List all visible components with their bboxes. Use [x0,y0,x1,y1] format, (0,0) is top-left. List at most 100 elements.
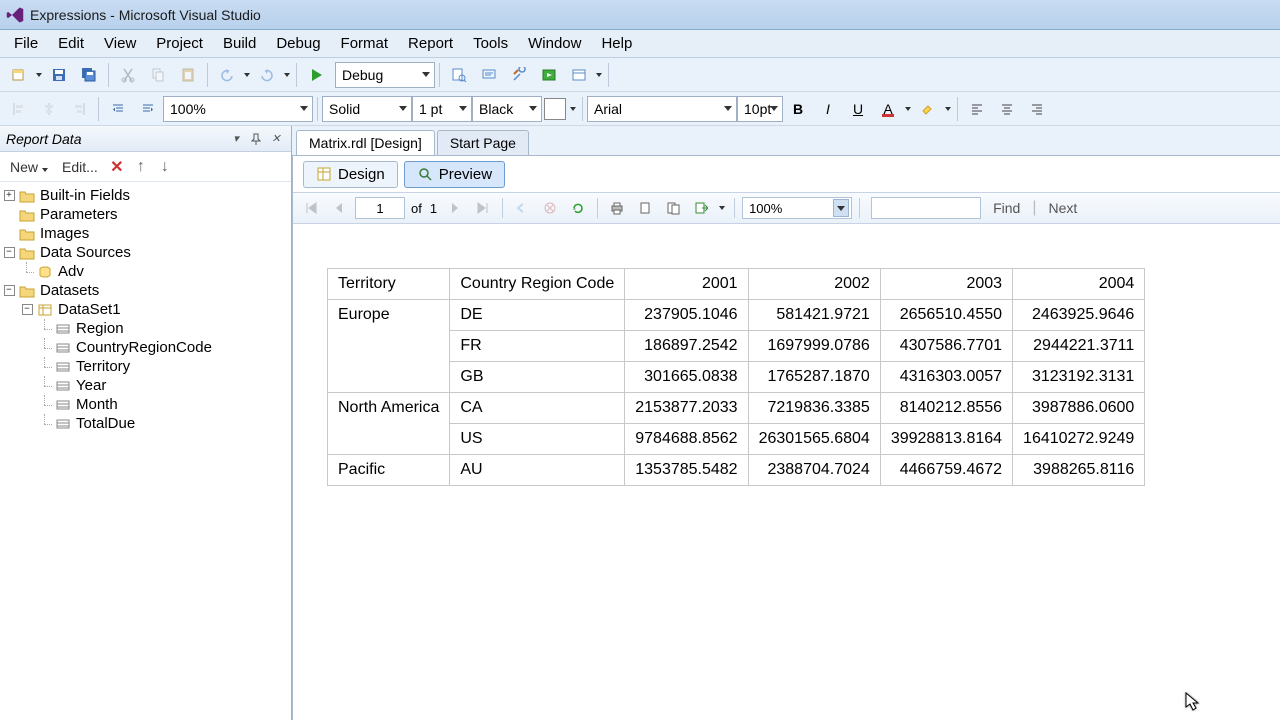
tree-node-datasources[interactable]: − Data Sources [0,243,291,262]
comment-button[interactable] [475,61,503,89]
menu-format[interactable]: Format [331,31,399,56]
align-left-text-button[interactable] [963,95,991,123]
align-left-obj-button[interactable] [5,95,33,123]
run-button[interactable] [535,61,563,89]
tree-field-territory[interactable]: Territory [0,357,291,376]
panel-close-icon[interactable]: ✕ [267,130,285,148]
tree-field-countryregioncode[interactable]: CountryRegionCode [0,338,291,357]
export-icon[interactable] [689,196,713,220]
back-icon[interactable] [510,196,534,220]
collapse-icon[interactable]: − [4,285,15,296]
fill-color-picker[interactable] [544,98,566,120]
line-style-select[interactable]: Solid [322,96,412,122]
redo-button[interactable] [253,61,281,89]
page-number-input[interactable] [355,197,405,219]
undo-button[interactable] [213,61,241,89]
panel-edit-button[interactable]: Edit... [58,157,102,177]
window-layout-dropdown[interactable] [594,73,604,77]
tree-node-images[interactable]: Images [0,224,291,243]
panel-dropdown-icon[interactable]: ▾ [227,130,245,148]
find-input[interactable] [871,197,981,219]
expand-icon[interactable]: + [4,190,15,201]
find-in-files-button[interactable] [445,61,473,89]
menu-file[interactable]: File [4,31,48,56]
outdent-button[interactable] [104,95,132,123]
save-button[interactable] [45,61,73,89]
menu-view[interactable]: View [94,31,146,56]
cell-value: 39928813.8164 [880,424,1012,455]
menu-build[interactable]: Build [213,31,266,56]
paste-button[interactable] [174,61,202,89]
indent-button[interactable] [134,95,162,123]
undo-dropdown[interactable] [242,73,252,77]
panel-new-button[interactable]: New [6,157,52,177]
align-right-text-button[interactable] [1023,95,1051,123]
menu-help[interactable]: Help [591,31,642,56]
tree-node-builtin[interactable]: + Built-in Fields [0,186,291,205]
collapse-icon[interactable]: − [4,247,15,258]
fill-color-dropdown[interactable] [568,107,578,111]
export-dropdown[interactable] [717,206,727,210]
tree-field-year[interactable]: Year [0,376,291,395]
menu-tools[interactable]: Tools [463,31,518,56]
config-select[interactable]: Debug [335,62,435,88]
font-color-button[interactable]: A [874,95,902,123]
panel-up-icon[interactable]: ↑ [132,158,150,176]
line-weight-select[interactable]: 1 pt [412,96,472,122]
menu-debug[interactable]: Debug [266,31,330,56]
redo-dropdown[interactable] [282,73,292,77]
find-next-button[interactable]: Next [1040,200,1085,216]
new-project-dropdown[interactable] [34,73,44,77]
align-center-text-button[interactable] [993,95,1021,123]
find-button[interactable]: Find [985,200,1028,216]
first-page-icon[interactable] [299,196,323,220]
window-layout-button[interactable] [565,61,593,89]
prev-page-icon[interactable] [327,196,351,220]
tree-node-datasets[interactable]: − Datasets [0,281,291,300]
italic-button[interactable]: I [814,95,842,123]
align-center-obj-button[interactable] [35,95,63,123]
highlight-button[interactable] [914,95,942,123]
panel-delete-icon[interactable]: ✕ [108,158,126,176]
font-color-dropdown[interactable] [903,107,913,111]
underline-button[interactable]: U [844,95,872,123]
start-debug-button[interactable] [302,61,330,89]
save-all-button[interactable] [75,61,103,89]
copy-button[interactable] [144,61,172,89]
tree-field-month[interactable]: Month [0,395,291,414]
tools-button[interactable] [505,61,533,89]
doc-tab-matrix[interactable]: Matrix.rdl [Design] [296,130,435,155]
doc-tab-start[interactable]: Start Page [437,130,529,155]
tree-node-parameters[interactable]: Parameters [0,205,291,224]
stop-icon[interactable] [538,196,562,220]
print-icon[interactable] [605,196,629,220]
menu-report[interactable]: Report [398,31,463,56]
line-color-select[interactable]: Black [472,96,542,122]
next-page-icon[interactable] [443,196,467,220]
refresh-icon[interactable] [566,196,590,220]
highlight-dropdown[interactable] [943,107,953,111]
new-project-button[interactable] [5,61,33,89]
collapse-icon[interactable]: − [22,304,33,315]
font-size-select[interactable]: 10pt [737,96,783,122]
align-right-obj-button[interactable] [65,95,93,123]
menu-project[interactable]: Project [146,31,213,56]
tree-node-adv[interactable]: Adv [0,262,291,281]
last-page-icon[interactable] [471,196,495,220]
tree-field-region[interactable]: Region [0,319,291,338]
tree-node-dataset1[interactable]: − DataSet1 [0,300,291,319]
print-layout-icon[interactable] [633,196,657,220]
panel-down-icon[interactable]: ↓ [156,158,174,176]
font-family-select[interactable]: Arial [587,96,737,122]
menu-edit[interactable]: Edit [48,31,94,56]
tab-preview[interactable]: Preview [404,161,505,188]
preview-zoom-select[interactable]: 100% [742,197,852,219]
tab-design[interactable]: Design [303,161,398,188]
tree-field-totaldue[interactable]: TotalDue [0,414,291,433]
cut-button[interactable] [114,61,142,89]
zoom-select[interactable]: 100% [163,96,313,122]
bold-button[interactable]: B [784,95,812,123]
panel-pin-icon[interactable] [247,130,265,148]
page-setup-icon[interactable] [661,196,685,220]
menu-window[interactable]: Window [518,31,591,56]
